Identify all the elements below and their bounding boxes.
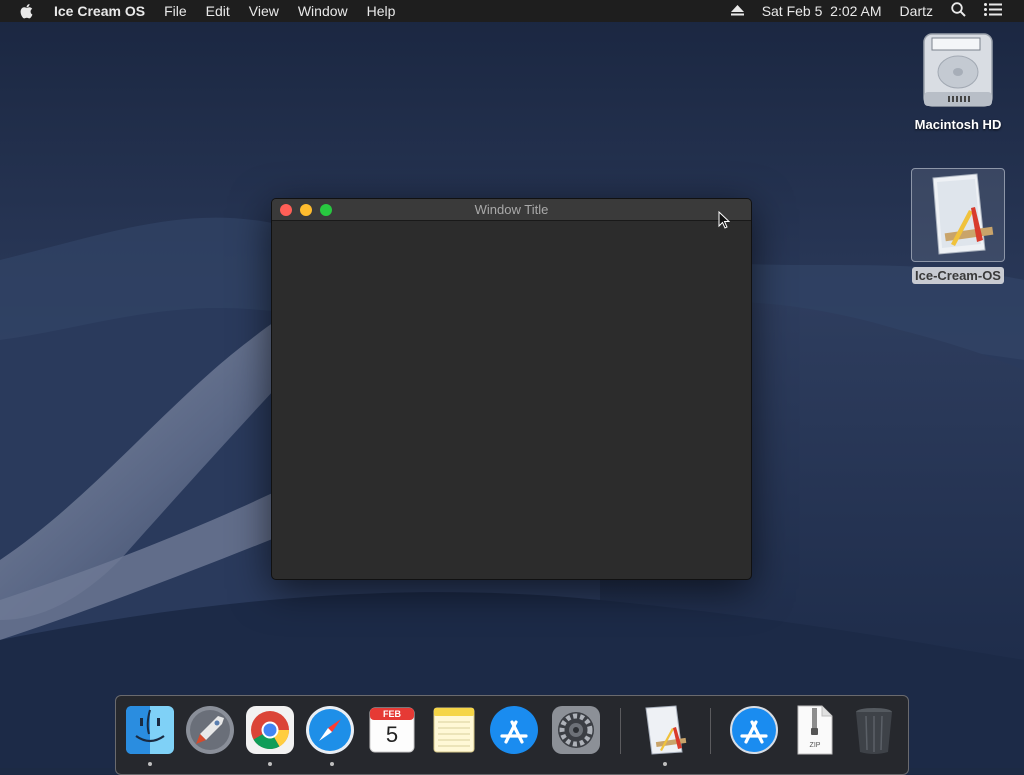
calendar-month: FEB	[383, 709, 401, 719]
window-titlebar[interactable]: Window Title	[272, 199, 751, 221]
window-content[interactable]	[272, 221, 751, 579]
user-name[interactable]: Dartz	[900, 3, 933, 19]
dock-item-chrome[interactable]	[244, 704, 296, 756]
desktop-icon-label: Ice-Cream-OS	[912, 267, 1004, 284]
running-indicator	[148, 762, 152, 766]
window-title: Window Title	[474, 202, 549, 217]
menu-help[interactable]: Help	[367, 3, 396, 19]
trash-icon	[848, 708, 900, 760]
menu-app-name[interactable]: Ice Cream OS	[54, 3, 145, 19]
desktop-icon-ice-cream-os[interactable]: Ice-Cream-OS	[906, 168, 1010, 284]
clock[interactable]: Sat Feb 5 2:02 AM	[762, 3, 882, 19]
running-indicator	[663, 762, 667, 766]
dock-separator	[710, 708, 711, 754]
gear-icon	[550, 706, 602, 760]
notes-icon	[428, 707, 480, 760]
dock: FEB 5 ZIP	[115, 695, 909, 775]
dock-separator	[620, 708, 621, 754]
dock-item-app-store-folder[interactable]	[728, 704, 780, 756]
menu-bar: Ice Cream OS File Edit View Window Help …	[0, 0, 1024, 22]
dock-item-finder[interactable]	[124, 704, 176, 756]
dock-item-notes[interactable]	[428, 704, 480, 756]
launchpad-icon	[184, 706, 236, 760]
app-document-icon	[921, 172, 995, 259]
menu-bar-status-area: Sat Feb 5 2:02 AM Dartz	[730, 0, 1024, 22]
dock-item-trash[interactable]	[848, 704, 900, 756]
dock-item-safari[interactable]	[304, 704, 356, 756]
dock-item-ice-cream-os[interactable]	[638, 704, 690, 756]
app-window[interactable]: Window Title	[271, 198, 752, 580]
running-indicator	[268, 762, 272, 766]
dock-item-launchpad[interactable]	[184, 704, 236, 756]
selection-frame	[911, 168, 1005, 262]
zip-label: ZIP	[809, 742, 821, 749]
dock-item-system-preferences[interactable]	[550, 704, 602, 756]
mouse-cursor-icon	[718, 210, 731, 234]
app-store-icon	[488, 706, 540, 760]
menu-list-icon[interactable]	[984, 3, 1002, 19]
finder-icon	[124, 706, 176, 760]
hard-drive-icon	[920, 33, 996, 113]
calendar-day: 5	[385, 722, 399, 747]
dock-item-app-store[interactable]	[488, 704, 540, 756]
dock-item-zip-archive[interactable]: ZIP	[788, 704, 840, 756]
menu-window[interactable]: Window	[298, 3, 348, 19]
dock-item-calendar[interactable]: FEB 5	[366, 704, 418, 756]
desktop-icon-label: Macintosh HD	[914, 117, 1002, 132]
menu-file[interactable]: File	[164, 3, 187, 19]
desktop-icon-macintosh-hd[interactable]: Macintosh HD	[906, 32, 1010, 132]
menu-view[interactable]: View	[249, 3, 279, 19]
search-icon[interactable]	[951, 2, 966, 20]
zip-file-icon: ZIP	[788, 704, 840, 756]
safari-icon	[304, 706, 356, 760]
chrome-icon	[244, 706, 296, 760]
app-store-icon	[728, 706, 780, 760]
running-indicator	[330, 762, 334, 766]
eject-icon[interactable]	[730, 3, 744, 19]
calendar-icon: FEB 5	[366, 704, 418, 756]
apple-icon[interactable]	[20, 3, 36, 19]
app-document-icon	[638, 705, 690, 760]
menu-edit[interactable]: Edit	[206, 3, 230, 19]
